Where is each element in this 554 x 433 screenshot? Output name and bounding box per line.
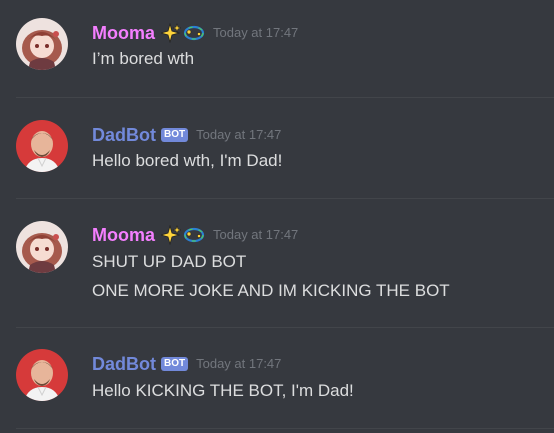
author-name[interactable]: DadBot [92,353,156,375]
bot-tag: BOT [161,128,189,142]
mooma-avatar[interactable] [16,18,68,70]
dadbot-avatar[interactable] [16,349,68,401]
author-name[interactable]: DadBot [92,124,156,146]
bot-tag: BOT [161,357,189,371]
message-text: Hello KICKING THE BOT, I'm Dad! [92,381,354,400]
message-text: SHUT UP DAD BOT [92,252,247,271]
dizzy-ring-icon [183,227,205,243]
message-divider [16,327,554,328]
user-badges [161,225,205,245]
message-divider [16,428,554,429]
message-timestamp: Today at 17:47 [213,227,299,242]
sparkles-icon [161,225,181,245]
message-divider [16,198,554,199]
chat-messages: Mooma Today at 17:47 I’m bored wth DadBo… [0,0,554,433]
message-text: I’m bored wth [92,49,195,68]
sparkles-icon [161,23,181,43]
message-timestamp: Today at 17:47 [213,25,299,40]
message-divider [16,97,554,98]
dizzy-ring-icon [183,25,205,41]
dadbot-avatar[interactable] [16,120,68,172]
user-badges [161,23,205,43]
message-timestamp: Today at 17:47 [196,356,282,371]
author-name[interactable]: Mooma [92,224,155,246]
mooma-avatar[interactable] [16,221,68,273]
author-name[interactable]: Mooma [92,22,155,44]
message-text: Hello bored wth, I'm Dad! [92,151,283,170]
message-text: ONE MORE JOKE AND IM KICKING THE BOT [92,281,450,300]
message-timestamp: Today at 17:47 [196,127,282,142]
